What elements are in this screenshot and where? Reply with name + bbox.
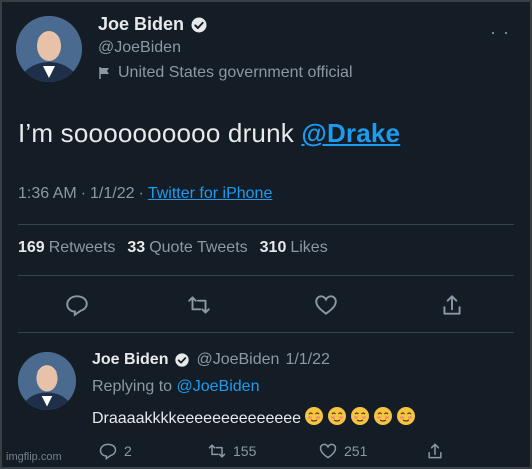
retweets-count: 169 — [18, 239, 45, 256]
author-name[interactable]: Joe Biden — [98, 14, 184, 35]
tweet-date[interactable]: 1/1/22 — [90, 185, 134, 203]
reply-retweet-button[interactable]: 155 — [207, 441, 256, 461]
like-icon — [319, 443, 337, 459]
reply-reply-button[interactable]: 2 — [98, 441, 132, 461]
drunk-face-emoji-icon — [351, 407, 370, 425]
meta-separator: · — [138, 185, 144, 202]
reply-date[interactable]: 1/1/22 — [285, 351, 329, 369]
reply-icon — [99, 443, 117, 460]
tweet-source[interactable]: Twitter for iPhone — [148, 185, 273, 203]
reply-header: Joe Biden @JoeBiden 1/1/22 — [92, 351, 330, 369]
replying-prefix: Replying to — [92, 378, 173, 395]
reply-author-avatar[interactable] — [18, 352, 76, 410]
more-options-icon[interactable]: · · — [490, 23, 510, 41]
retweets-stat[interactable]: 169 Retweets — [18, 239, 115, 257]
retweet-icon — [208, 444, 226, 458]
likes-stat[interactable]: 310 Likes — [260, 239, 328, 257]
drunk-face-emoji-icon — [397, 407, 416, 425]
share-icon[interactable] — [439, 292, 465, 318]
reply-author-name[interactable]: Joe Biden — [92, 351, 168, 369]
tweet-stats: 169 Retweets 33 Quote Tweets 310 Likes — [18, 239, 328, 257]
government-label-text: United States government official — [118, 64, 353, 81]
retweet-icon[interactable] — [186, 292, 212, 318]
flag-icon — [99, 67, 109, 79]
tweet-time[interactable]: 1:36 AM — [18, 185, 77, 203]
tweet-meta: 1:36 AM · 1/1/22 · Twitter for iPhone — [18, 185, 272, 203]
quote-tweets-stat[interactable]: 33 Quote Tweets — [127, 239, 247, 257]
like-icon[interactable] — [313, 292, 339, 318]
author-name-row: Joe Biden — [98, 14, 208, 35]
tweet-body: I’m soooooooooo drunk — [18, 118, 294, 148]
emoji-row — [301, 406, 416, 431]
replying-to-link[interactable]: @JoeBiden — [177, 378, 260, 395]
retweets-label: Retweets — [48, 239, 116, 256]
tweet-text: I’m soooooooooo drunk @Drake — [18, 118, 400, 149]
likes-label: Likes — [290, 239, 328, 256]
reply-like-button[interactable]: 251 — [318, 441, 367, 461]
government-label: United States government official — [98, 64, 353, 82]
divider — [18, 275, 514, 276]
verified-badge-icon — [191, 17, 207, 32]
likes-count: 310 — [259, 239, 287, 256]
divider — [18, 332, 514, 333]
drunk-face-emoji-icon — [374, 407, 393, 425]
replying-to: Replying to @JoeBiden — [92, 378, 259, 396]
quote-count: 33 — [127, 239, 146, 256]
reply-icon[interactable] — [64, 292, 90, 318]
reply-body: Draaaakkkkeeeeeeeeeeeeee — [92, 409, 302, 427]
drunk-face-emoji-icon — [328, 407, 347, 425]
share-icon — [428, 443, 442, 459]
drunk-face-emoji-icon — [305, 407, 324, 425]
reply-author-handle[interactable]: @JoeBiden — [196, 351, 279, 369]
reply-retweets-count: 155 — [233, 443, 257, 459]
mention-link[interactable]: @Drake — [301, 118, 400, 148]
tweet-screenshot: Joe Biden @JoeBiden United States govern… — [0, 0, 532, 469]
reply-likes-count: 251 — [344, 443, 368, 459]
meta-separator: · — [80, 185, 87, 202]
watermark: imgflip.com — [6, 451, 62, 463]
reply-replies-count: 2 — [124, 443, 132, 459]
verified-badge-icon — [175, 353, 190, 367]
quote-label: Quote Tweets — [149, 239, 248, 256]
reply-share-button[interactable] — [425, 441, 445, 461]
avatar-portrait-icon — [16, 16, 82, 82]
author-handle[interactable]: @JoeBiden — [98, 39, 181, 57]
avatar-portrait-icon — [18, 352, 76, 410]
reply-text: Draaaakkkkeeeeeeeeeeeeee — [92, 406, 416, 431]
author-avatar[interactable] — [16, 16, 82, 82]
divider — [18, 224, 514, 225]
